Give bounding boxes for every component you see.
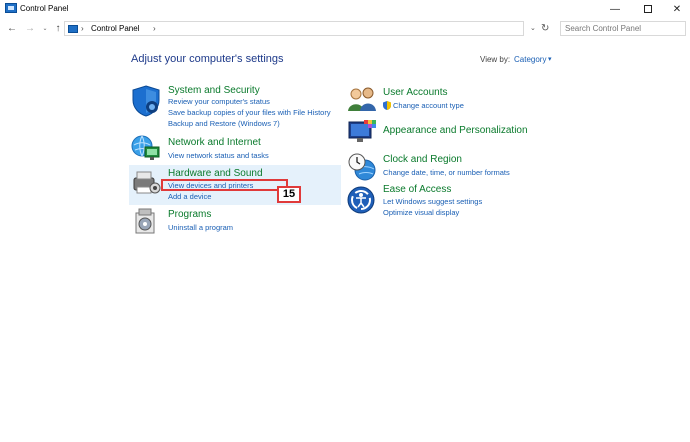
breadcrumb-control-panel[interactable]: Control Panel xyxy=(91,24,139,33)
address-dropdown-button[interactable]: ⌄ xyxy=(530,24,536,32)
category-ease-of-access[interactable]: Ease of Access xyxy=(383,184,451,195)
up-button[interactable]: ↑ xyxy=(52,22,64,36)
printer-speaker-icon xyxy=(133,171,161,194)
forward-button[interactable]: → xyxy=(24,22,36,36)
category-system-and-security[interactable]: System and Security xyxy=(168,85,260,96)
category-user-accounts[interactable]: User Accounts xyxy=(383,87,447,98)
title-bar: Control Panel — ✕ xyxy=(0,0,690,18)
link-let-windows-suggest-settings[interactable]: Let Windows suggest settings xyxy=(383,197,482,206)
window-title: Control Panel xyxy=(20,4,69,13)
link-save-backup-file-history[interactable]: Save backup copies of your files with Fi… xyxy=(168,108,331,117)
link-uninstall-a-program[interactable]: Uninstall a program xyxy=(168,223,233,232)
chevron-down-icon[interactable]: ▾ xyxy=(548,55,552,63)
minimize-button[interactable]: — xyxy=(600,0,630,18)
control-panel-icon xyxy=(68,25,78,33)
control-panel-app-icon xyxy=(5,3,17,13)
breadcrumb-separator[interactable]: › xyxy=(81,24,84,33)
ease-of-access-icon xyxy=(347,186,375,214)
category-network-and-internet[interactable]: Network and Internet xyxy=(168,137,261,148)
display-palette-icon xyxy=(348,120,376,142)
link-change-account-type[interactable]: Change account type xyxy=(393,101,464,110)
maximize-icon xyxy=(644,5,652,13)
search-input[interactable]: Search Control Panel xyxy=(560,21,686,36)
programs-icon xyxy=(135,208,155,234)
uac-shield-icon xyxy=(383,101,391,110)
annotation-highlight-box xyxy=(161,179,288,191)
link-optimize-visual-display[interactable]: Optimize visual display xyxy=(383,208,459,217)
shield-icon xyxy=(132,85,160,117)
category-hardware-and-sound[interactable]: Hardware and Sound xyxy=(168,168,263,179)
link-backup-and-restore[interactable]: Backup and Restore (Windows 7) xyxy=(168,119,280,128)
link-change-date-time-formats[interactable]: Change date, time, or number formats xyxy=(383,168,510,177)
link-view-network-status[interactable]: View network status and tasks xyxy=(168,151,269,160)
link-review-computer-status[interactable]: Review your computer's status xyxy=(168,97,270,106)
maximize-button[interactable] xyxy=(633,0,663,18)
view-by-label: View by: xyxy=(480,55,511,64)
users-icon xyxy=(348,87,376,111)
page-title: Adjust your computer's settings xyxy=(131,53,284,65)
category-programs[interactable]: Programs xyxy=(168,209,211,220)
refresh-button[interactable]: ↻ xyxy=(541,23,549,34)
back-button[interactable]: ← xyxy=(6,22,18,36)
address-toolbar: ← → ⌄ ↑ › Control Panel › ⌄ ↻ Search Con… xyxy=(0,20,690,38)
link-add-a-device[interactable]: Add a device xyxy=(168,192,211,201)
clock-globe-icon xyxy=(348,153,376,181)
category-clock-and-region[interactable]: Clock and Region xyxy=(383,154,462,165)
breadcrumb-separator[interactable]: › xyxy=(153,24,156,33)
network-globe-icon xyxy=(131,135,160,160)
recent-locations-button[interactable]: ⌄ xyxy=(39,22,51,36)
close-button[interactable]: ✕ xyxy=(662,0,690,18)
address-bar[interactable]: › Control Panel › xyxy=(64,21,524,36)
view-by-dropdown[interactable]: Category xyxy=(514,55,546,64)
annotation-step-badge: 15 xyxy=(277,186,301,203)
category-appearance-and-personalization[interactable]: Appearance and Personalization xyxy=(383,125,528,136)
